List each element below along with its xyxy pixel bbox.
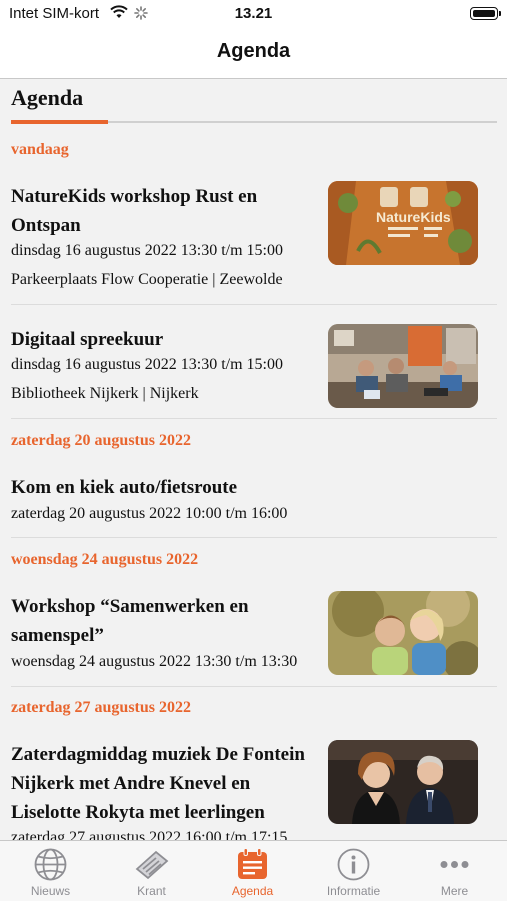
event-title-line: Digitaal spreekuur [11,329,164,350]
status-time: 13.21 [234,5,273,22]
date-group-label: vandaag [11,141,69,158]
event-title[interactable]: Zaterdagmiddag muziek De Fontein Nijkerk… [11,740,305,827]
page-title: Agenda [216,40,291,62]
library-photo-image [328,324,478,408]
musicians-photo-image [328,740,478,824]
event-title-line: Kom en kiek auto/fietsroute [11,477,238,498]
event-thumbnail[interactable] [328,324,478,408]
tab-nieuws[interactable]: Nieuws [0,841,101,901]
tab-agenda[interactable]: Agenda [202,841,303,901]
thumbnail-brand-text: NatureKids [376,209,451,225]
event-datetime: woensdag 24 augustus 2022 13:30 t/m 13:3… [11,653,298,670]
event-title-line: NatureKids workshop Rust en [11,186,258,207]
row-divider [11,304,497,305]
heading-accent-bar [11,120,108,124]
row-divider [11,418,497,419]
event-title-line: Nijkerk met Andre Knevel en [11,773,251,794]
event-thumbnail[interactable] [328,740,478,824]
row-divider [11,537,497,538]
date-group-label: zaterdag 20 augustus 2022 [11,432,192,449]
event-title[interactable]: Workshop “Samenwerken en samenspel” [11,592,249,650]
info-icon [337,848,370,881]
tab-label: Informatie [326,884,381,898]
section-heading: Agenda [11,85,84,110]
event-title-line: Zaterdagmiddag muziek De Fontein [11,744,305,765]
more-icon [440,861,469,868]
globe-icon [34,848,67,881]
navigation-bar: Agenda [0,28,507,79]
tab-label: Krant [137,884,166,898]
calendar-icon [238,848,267,879]
event-title-line: Workshop “Samenwerken en [11,596,249,617]
tab-bar: Nieuws Krant Agenda Informatie Mere [0,840,507,901]
event-title[interactable]: Digitaal spreekuur [11,325,163,354]
date-group-label: zaterdag 27 augustus 2022 [11,699,192,716]
event-datetime: dinsdag 16 augustus 2022 13:30 t/m 15:00 [11,356,283,373]
event-title[interactable]: Kom en kiek auto/fietsroute [11,473,237,502]
event-title-line: samenspel” [11,625,104,646]
event-location: Bibliotheek Nijkerk | Nijkerk [11,385,199,402]
status-bar: Intet SIM-kort 13.21 [0,0,507,28]
tab-krant[interactable]: Krant [101,841,202,901]
tab-label: Mere [440,884,469,898]
tab-label: Nieuws [30,884,71,898]
agenda-list[interactable]: Agenda vandaag NatureKids workshop Rust … [0,79,507,840]
newspaper-icon [135,850,169,880]
event-datetime: dinsdag 16 augustus 2022 13:30 t/m 15:00 [11,242,283,259]
event-location: Parkeerplaats Flow Cooperatie | Zeewolde [11,271,283,288]
tab-informatie[interactable]: Informatie [303,841,404,901]
event-datetime: zaterdag 20 augustus 2022 10:00 t/m 16:0… [11,505,288,522]
event-title-line: Liselotte Rokyta met leerlingen [11,802,265,823]
event-thumbnail[interactable]: NatureKids [328,181,478,265]
date-group-label: woensdag 24 augustus 2022 [11,551,199,568]
row-divider [11,686,497,687]
event-title[interactable]: NatureKids workshop Rust en Ontspan [11,182,257,240]
event-thumbnail[interactable] [328,591,478,675]
event-datetime: zaterdag 27 augustus 2022 16:00 t/m 17:1… [11,829,288,840]
event-title-line: Ontspan [11,215,81,236]
tab-label: Agenda [231,884,274,898]
tab-mere[interactable]: Mere [404,841,505,901]
children-photo-image [328,591,478,675]
battery-icon [470,7,501,20]
